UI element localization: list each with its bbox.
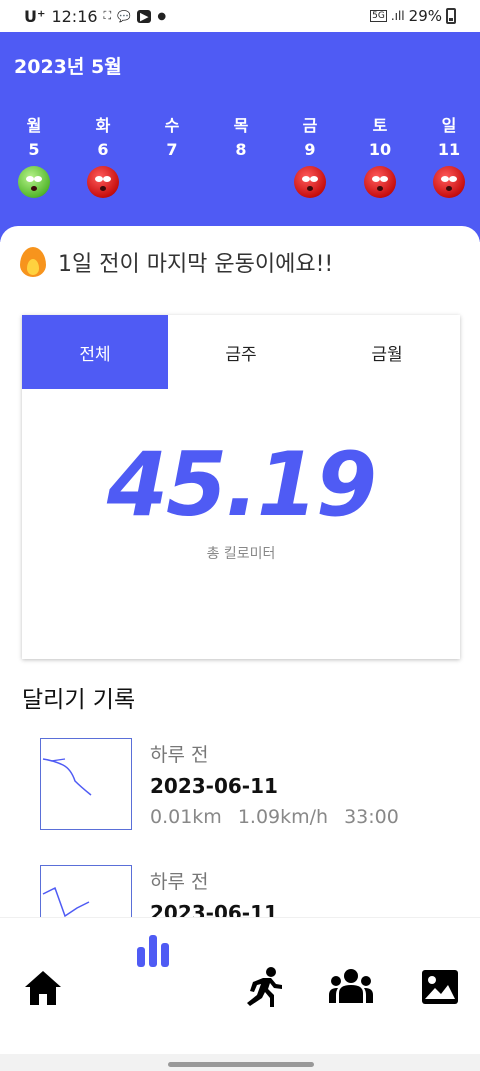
day-name: 금 [302, 116, 318, 135]
home-icon [25, 971, 61, 1005]
running-icon [247, 967, 282, 1007]
nav-gallery[interactable] [418, 966, 462, 1008]
day-name: 수 [164, 116, 180, 135]
day-number: 5 [28, 140, 40, 159]
bottom-navigation [0, 917, 480, 1054]
clock: 12:16 [51, 6, 98, 26]
group-icon [329, 969, 373, 1003]
last-workout-text: 1일 전이 마지막 운동이에요!! [58, 252, 334, 277]
list-item[interactable]: 하루 전 2023-06-11 0.01km 1.09km/h 33:00 [40, 738, 460, 833]
record-relative-time: 하루 전 [150, 744, 209, 766]
bad-face-icon [364, 166, 396, 198]
nav-stats[interactable] [132, 930, 174, 970]
day-monday[interactable]: 월 5 [14, 112, 54, 198]
carrier-label: U⁺ [24, 6, 46, 26]
main-content: 1일 전이 마지막 운동이에요!! 전체 금주 금월 45.19 총 킬로미터 … [0, 226, 480, 926]
total-distance-value: 45.19 [106, 433, 377, 536]
battery-label: 29% [408, 7, 442, 25]
day-friday[interactable]: 금 9 [290, 112, 330, 198]
records-section-title: 달리기 기록 [22, 687, 136, 713]
nav-home[interactable] [20, 966, 66, 1010]
good-face-icon [18, 166, 50, 198]
screen-record-icon: ⛶ [103, 9, 112, 22]
day-tuesday[interactable]: 화 6 [83, 112, 123, 198]
day-name: 월 [26, 116, 42, 135]
fire-icon [20, 247, 46, 277]
battery-icon [446, 8, 456, 24]
day-number: 11 [437, 140, 461, 159]
calendar-header: 2023년 5월 월 5 화 6 수 7 목 8 금 9 토 10 일 11 [0, 32, 480, 242]
day-name: 목 [233, 116, 249, 135]
record-speed: 1.09km/h [237, 806, 329, 828]
record-duration: 33:00 [344, 806, 399, 828]
day-saturday[interactable]: 토 10 [360, 112, 400, 198]
distance-stats-card: 전체 금주 금월 45.19 총 킬로미터 [22, 315, 460, 659]
notification-dot-icon: ● [157, 10, 167, 22]
day-name: 토 [372, 116, 388, 135]
nav-running[interactable] [238, 964, 286, 1010]
route-map-thumbnail [40, 738, 132, 830]
chart-icon [137, 935, 169, 967]
day-name: 화 [95, 116, 111, 135]
record-relative-time: 하루 전 [150, 871, 209, 893]
bad-face-icon [294, 166, 326, 198]
day-sunday[interactable]: 일 11 [429, 112, 469, 198]
day-number: 8 [235, 140, 247, 159]
gallery-icon [422, 970, 458, 1004]
last-workout-banner: 1일 전이 마지막 운동이에요!! [20, 246, 333, 278]
tab-this-month[interactable]: 금월 [314, 315, 460, 389]
record-date: 2023-06-11 [150, 901, 278, 917]
nav-community[interactable] [327, 966, 375, 1008]
month-title[interactable]: 2023년 5월 [14, 52, 122, 79]
day-name: 일 [441, 116, 457, 135]
tab-all[interactable]: 전체 [22, 315, 168, 389]
route-map-thumbnail [40, 865, 132, 917]
day-number: 7 [166, 140, 178, 159]
day-number: 9 [304, 140, 316, 159]
total-distance-unit: 총 킬로미터 [206, 546, 276, 562]
status-bar: U⁺ 12:16 ⛶ 💬 ▶ ● 5G .ıll 29% [0, 0, 480, 32]
home-gesture-bar[interactable] [168, 1062, 314, 1067]
tab-this-week[interactable]: 금주 [168, 315, 314, 389]
bad-face-icon [433, 166, 465, 198]
day-number: 10 [368, 140, 392, 159]
list-item[interactable]: 하루 전 2023-06-11 [40, 865, 460, 917]
chat-icon: 💬 [117, 9, 131, 23]
record-date: 2023-06-11 [150, 774, 278, 798]
record-distance: 0.01km [150, 806, 222, 828]
day-number: 6 [97, 140, 109, 159]
signal-icon: .ıll [390, 9, 405, 23]
period-tabs: 전체 금주 금월 [22, 315, 460, 389]
youtube-icon: ▶ [136, 9, 152, 23]
network-label: 5G [370, 10, 387, 22]
day-thursday[interactable]: 목 8 [221, 112, 261, 166]
day-wednesday[interactable]: 수 7 [152, 112, 192, 166]
bad-face-icon [87, 166, 119, 198]
record-stats: 0.01km 1.09km/h 33:00 [150, 806, 399, 828]
